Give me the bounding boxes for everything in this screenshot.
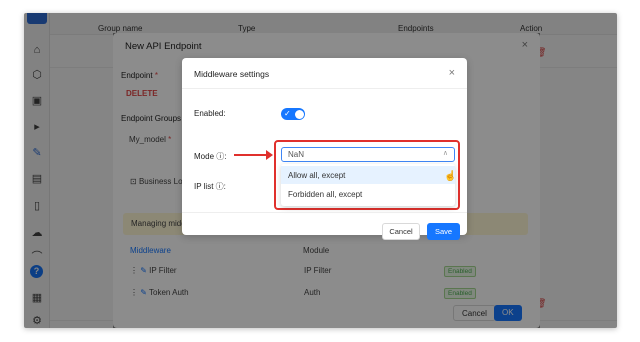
option-forbidden-all-except[interactable]: Forbidden all, except bbox=[281, 185, 455, 203]
arrow-head-icon bbox=[266, 150, 273, 160]
hand-cursor-icon: ☝ bbox=[444, 171, 457, 182]
info-icon: ⓘ bbox=[215, 182, 224, 191]
cancel-button[interactable]: Cancel bbox=[382, 223, 420, 240]
enabled-label: Enabled: bbox=[194, 109, 226, 118]
divider bbox=[182, 212, 467, 213]
info-icon: ⓘ bbox=[216, 152, 225, 161]
divider bbox=[182, 88, 467, 89]
option-label: Allow all, except bbox=[288, 171, 346, 180]
mode-select[interactable]: NaN ∧ bbox=[281, 147, 455, 162]
enabled-toggle[interactable]: ✓ bbox=[281, 108, 305, 120]
mode-value: NaN bbox=[288, 150, 305, 159]
toggle-knob bbox=[294, 109, 304, 119]
annotation-arrow bbox=[234, 154, 269, 156]
ip-list-label: IP list ⓘ: bbox=[194, 182, 226, 191]
option-label: Forbidden all, except bbox=[288, 190, 363, 199]
middleware-settings-dialog: Middleware settings × Enabled: ✓ Mode ⓘ:… bbox=[182, 58, 467, 240]
mode-label: Mode ⓘ: bbox=[194, 152, 227, 161]
save-button[interactable]: Save bbox=[427, 223, 460, 240]
app-window: ⌂ ⬡ ▣ ▸ ✎ ▤ ▯ ☁ ⌒ ? ▦ ⚙ Group name Type … bbox=[24, 13, 617, 328]
check-icon: ✓ bbox=[284, 109, 291, 118]
mode-dropdown: Allow all, except ☝ Forbidden all, excep… bbox=[281, 164, 457, 206]
mode-label-text: Mode bbox=[194, 152, 215, 161]
chevron-up-icon: ∧ bbox=[442, 150, 448, 157]
option-allow-all-except[interactable]: Allow all, except ☝ bbox=[281, 166, 457, 184]
close-icon[interactable]: × bbox=[449, 67, 455, 79]
dialog-title: Middleware settings bbox=[194, 69, 270, 79]
ip-list-label-text: IP list bbox=[194, 182, 214, 191]
enabled-label-text: Enabled bbox=[194, 109, 224, 118]
